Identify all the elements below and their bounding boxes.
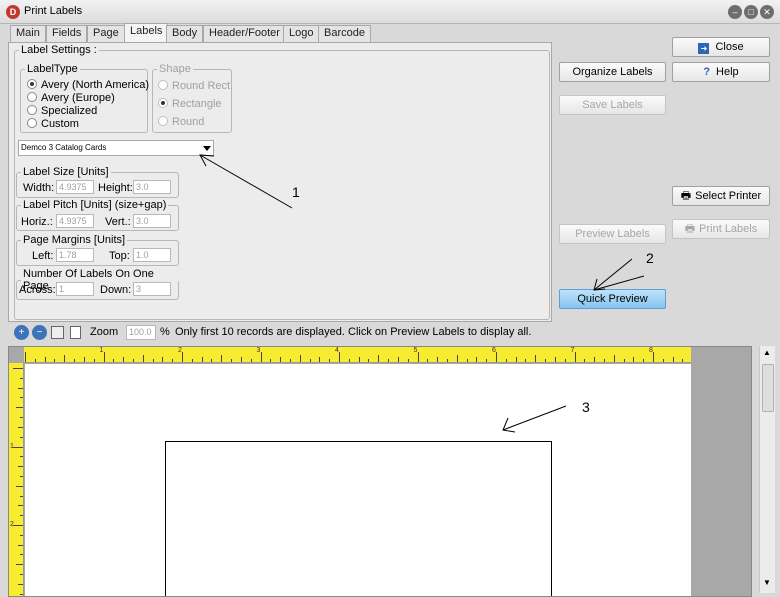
annotation-arrowhead-3 [502, 417, 516, 433]
annotation-arrow-2b [593, 275, 645, 291]
annotation-number-1: 1 [292, 184, 300, 200]
annotation-arrow-2a [593, 258, 633, 291]
annotation-overlay [199, 154, 645, 433]
annotation-arrow-1 [199, 154, 293, 209]
annotation-number-3: 3 [582, 399, 590, 415]
annotation-arrow-3 [502, 405, 567, 431]
annotation-number-2: 2 [646, 250, 654, 266]
